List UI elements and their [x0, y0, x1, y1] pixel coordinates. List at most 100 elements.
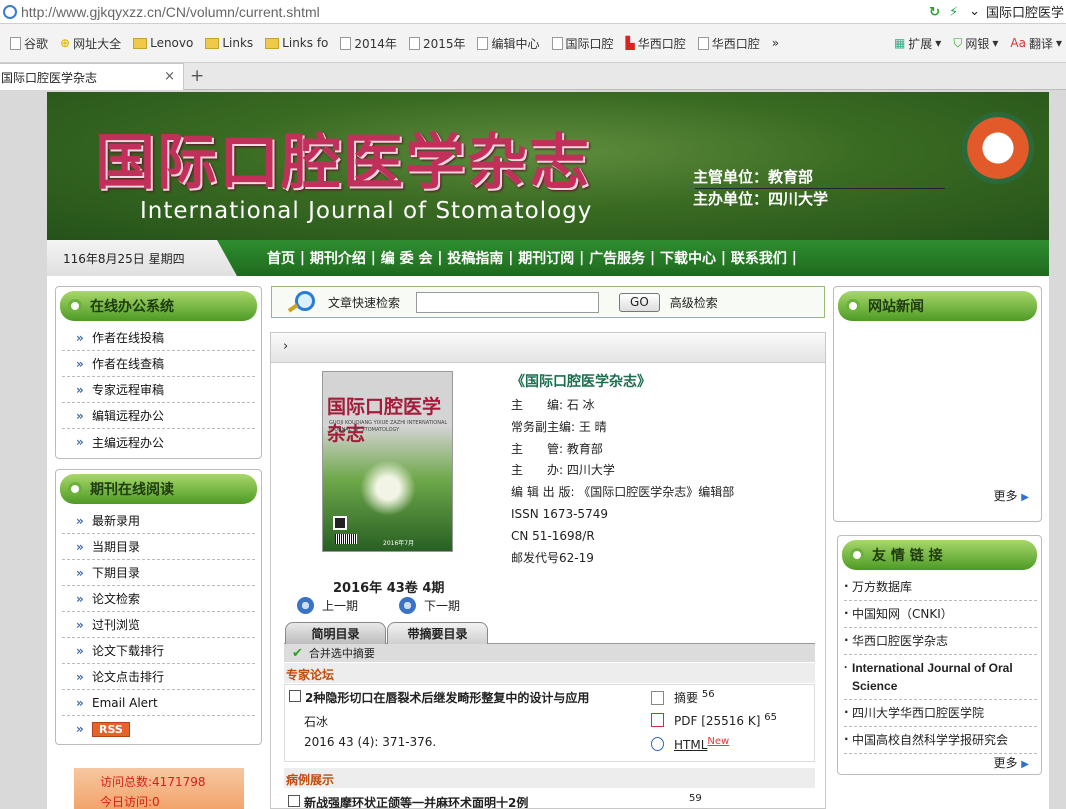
abstract-count: 59: [689, 793, 702, 804]
info-editor: 主 编: 石 冰: [511, 398, 595, 412]
merge-bar[interactable]: ✔ 合并选中摘要: [284, 644, 815, 662]
article-title[interactable]: 新战强摩环状正颌等一并麻环术面明十2例: [304, 794, 528, 808]
friend-link[interactable]: 万方数据库: [844, 574, 1037, 601]
abstract-link[interactable]: 摘要 56: [651, 689, 715, 706]
bank-button[interactable]: ⛉ 网银 ▾: [949, 35, 1002, 52]
lightning-icon[interactable]: ⚡: [949, 5, 963, 20]
grid-icon: ▦: [893, 36, 906, 50]
bookmark-item[interactable]: 2015年: [405, 35, 470, 52]
read-item[interactable]: 论文下载排行: [62, 638, 255, 664]
more-bookmarks-button[interactable]: »: [768, 36, 783, 50]
arrow-right-icon: ▶: [1021, 759, 1029, 770]
bookmark-item[interactable]: ⊕ 网址大全: [56, 35, 125, 52]
bookmark-folder[interactable]: Links: [201, 36, 257, 50]
news-panel-header: 网站新闻: [838, 291, 1037, 321]
news-more-link[interactable]: 更多 ▶: [993, 487, 1029, 504]
bookmark-item[interactable]: 华西口腔: [694, 35, 764, 52]
links-more-link[interactable]: 更多 ▶: [993, 754, 1029, 771]
nav-item-board[interactable]: 编 委 会: [381, 248, 433, 268]
friend-link[interactable]: 四川大学华西口腔医学院: [844, 700, 1037, 727]
folder-icon: [133, 37, 148, 49]
read-item[interactable]: 最新录用: [62, 508, 255, 534]
advanced-search-link[interactable]: 高级检索: [670, 294, 718, 311]
nav-item-contact[interactable]: 联系我们: [731, 248, 787, 268]
bookmark-folder[interactable]: Lenovo: [129, 36, 197, 50]
bookmark-item[interactable]: 谷歌: [6, 35, 52, 52]
search-icon: [286, 290, 320, 314]
new-tab-button[interactable]: +: [190, 66, 204, 86]
refresh-icon[interactable]: ↻: [929, 5, 943, 20]
read-item-rss[interactable]: RSS: [62, 716, 255, 742]
page-icon: [10, 36, 21, 50]
search-go-button[interactable]: GO: [619, 292, 660, 312]
bookmark-item[interactable]: ▙ 华西口腔: [622, 35, 690, 52]
info-publisher: 编 辑 出 版: 《国际口腔医学杂志》编辑部: [511, 485, 735, 500]
friend-link[interactable]: 中国知网（CNKI）: [844, 601, 1037, 628]
info-supervisor: 主 管: 教育部: [511, 441, 603, 456]
search-input[interactable]: [416, 291, 600, 313]
prev-issue-link[interactable]: 上一期: [297, 597, 358, 614]
nav-item-guide[interactable]: 投稿指南: [447, 248, 503, 268]
bookmark-item[interactable]: 编辑中心: [473, 35, 543, 52]
bookmark-folder[interactable]: Links fo: [261, 36, 332, 50]
journal-title[interactable]: 《国际口腔医学杂志》: [511, 371, 811, 391]
extensions-button[interactable]: ▦ 扩展 ▾: [890, 35, 945, 52]
article-author: 石冰: [304, 715, 329, 729]
read-item[interactable]: 论文点击排行: [62, 664, 255, 690]
read-item[interactable]: 论文检索: [62, 586, 255, 612]
friend-link[interactable]: 中国高校自然科学学报研究会: [844, 727, 1037, 754]
tab-abstract-toc[interactable]: 带摘要目录: [387, 622, 488, 644]
document-icon: [651, 690, 664, 705]
url-text[interactable]: http://www.gjkqyxzz.cn/CN/volumn/current…: [21, 4, 929, 20]
info-postal-code: 邮发代号62-19: [511, 550, 594, 565]
quick-search: 文章快速检索 GO 高级检索: [271, 286, 825, 318]
bullet-icon: [68, 299, 82, 313]
read-item[interactable]: 当期目录: [62, 534, 255, 560]
journal-info: 《国际口腔医学杂志》 主 编: 石 冰 常务副主编: 王 晴 主 管: 教育部 …: [511, 371, 811, 569]
article-checkbox[interactable]: [288, 795, 300, 807]
office-item[interactable]: 作者在线投稿: [62, 325, 255, 351]
links-panel-header: 友 情 链 接: [842, 540, 1037, 570]
current-issue-content: › 国际口腔医学杂志 GUOJI KOUQIANG YIXUE ZAZHI IN…: [270, 332, 826, 809]
nav-item-home[interactable]: 首页: [267, 248, 295, 268]
dropdown-chevron-icon[interactable]: ⌄: [969, 4, 980, 19]
bookmark-item[interactable]: 国际口腔: [548, 35, 618, 52]
office-item[interactable]: 主编远程办公: [62, 429, 255, 455]
nav-item-subscribe[interactable]: 期刊订阅: [518, 248, 574, 268]
friend-link[interactable]: International Journal of Oral Science: [844, 655, 1037, 700]
read-item[interactable]: 过刊浏览: [62, 612, 255, 638]
bullet-icon: [846, 299, 860, 313]
read-panel-header: 期刊在线阅读: [60, 474, 257, 504]
read-item[interactable]: 下期目录: [62, 560, 255, 586]
friend-link[interactable]: 华西口腔医学杂志: [844, 628, 1037, 655]
issue-cover[interactable]: 国际口腔医学杂志 GUOJI KOUQIANG YIXUE ZAZHI INTE…: [322, 371, 453, 552]
office-item[interactable]: 专家远程审稿: [62, 377, 255, 403]
office-item[interactable]: 编辑远程办公: [62, 403, 255, 429]
next-arrow-icon: [399, 597, 416, 614]
next-issue-link[interactable]: 下一期: [399, 597, 460, 614]
close-icon[interactable]: ×: [164, 69, 175, 84]
toc-tabs: 简明目录 带摘要目录: [284, 622, 815, 644]
folder-icon: [265, 37, 280, 49]
bookmark-item[interactable]: 2014年: [336, 35, 401, 52]
nav-item-ads[interactable]: 广告服务: [589, 248, 645, 268]
flag-icon: ▙: [625, 36, 635, 50]
rss-icon[interactable]: RSS: [92, 721, 130, 737]
nav-item-download[interactable]: 下载中心: [660, 248, 716, 268]
read-item-email-alert[interactable]: Email Alert: [62, 690, 255, 716]
address-bar[interactable]: http://www.gjkqyxzz.cn/CN/volumn/current…: [0, 0, 1066, 24]
page-icon: [340, 36, 352, 50]
nav-menu: 首页 | 期刊介绍 | 编 委 会 | 投稿指南 | 期刊订阅 | 广告服务 |…: [267, 248, 802, 268]
translate-button[interactable]: Aa 翻译 ▾: [1006, 35, 1066, 52]
tab-simple-toc[interactable]: 简明目录: [285, 622, 386, 644]
article-checkbox[interactable]: [289, 690, 301, 702]
article-title[interactable]: 2种隐形切口在唇裂术后继发畸形整复中的设计与应用: [305, 689, 589, 706]
nav-item-intro[interactable]: 期刊介绍: [310, 248, 366, 268]
html-link[interactable]: HTMLNew: [651, 736, 729, 752]
section-heading: 专家论坛: [284, 663, 815, 683]
tab-current[interactable]: 国际口腔医学杂志 ×: [0, 63, 184, 90]
pdf-link[interactable]: PDF [25516 K] 65: [651, 712, 777, 728]
article-citation: 2016 43 (4): 371-376.: [304, 735, 437, 749]
office-item[interactable]: 作者在线查稿: [62, 351, 255, 377]
breadcrumb: ›: [271, 333, 825, 363]
